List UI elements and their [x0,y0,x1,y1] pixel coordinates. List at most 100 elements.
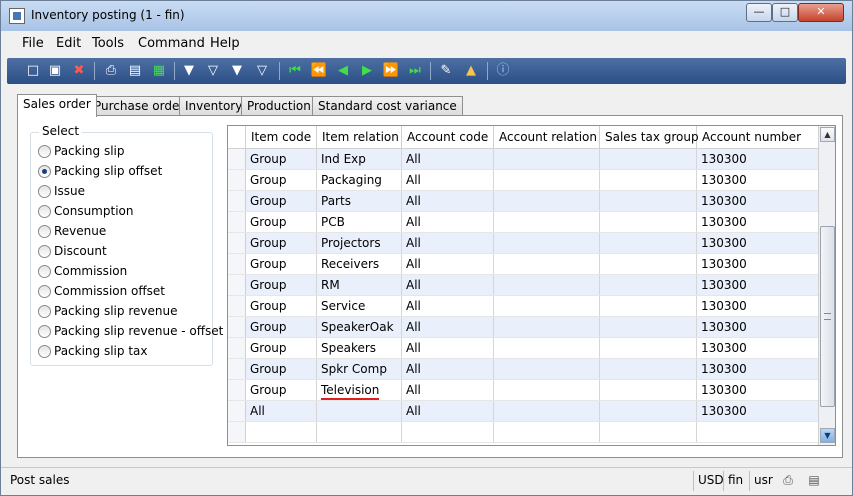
table-cell[interactable] [494,212,600,232]
table-cell[interactable]: Group [246,212,317,232]
row-selector[interactable] [228,149,246,169]
table-cell[interactable] [600,422,697,442]
header-account-code[interactable]: Account code [402,126,494,149]
table-cell[interactable] [317,401,402,421]
table-row[interactable]: All All 130300 [228,401,818,422]
status-layer[interactable]: usr [749,471,777,491]
header-sales-tax-group[interactable]: Sales tax group [600,126,699,149]
table-cell[interactable]: Group [246,149,317,169]
table-cell[interactable]: RM [317,275,402,295]
table-cell[interactable] [600,359,697,379]
table-cell[interactable] [494,338,600,358]
scroll-up-button[interactable]: ▲ [820,127,835,142]
radio-button[interactable] [38,165,51,178]
table-row[interactable]: Group Projectors All 130300 [228,233,818,254]
next-page-icon[interactable]: ⏩ [382,62,400,80]
table-cell[interactable]: Receivers [317,254,402,274]
table-cell[interactable]: PCB [317,212,402,232]
tab-production[interactable]: Production [241,96,317,116]
header-account-number[interactable]: Account number [697,126,818,149]
printer-icon[interactable]: ⎙ [781,473,795,487]
next-record-icon[interactable]: ▶ [358,62,376,80]
menu-tools[interactable]: Tools [92,36,124,51]
table-cell[interactable]: 130300 [697,212,818,232]
table-row[interactable]: Group Television All 130300 [228,380,818,401]
table-cell[interactable]: Group [246,338,317,358]
radio-button[interactable] [38,265,51,278]
table-row[interactable]: Group SpeakerOak All 130300 [228,317,818,338]
table-cell[interactable] [494,380,600,400]
table-cell[interactable] [600,233,697,253]
table-cell[interactable] [494,233,600,253]
table-cell[interactable]: 130300 [697,359,818,379]
table-cell[interactable] [494,191,600,211]
table-cell[interactable] [494,170,600,190]
table-cell[interactable]: SpeakerOak [317,317,402,337]
table-cell[interactable]: Group [246,170,317,190]
table-cell[interactable] [600,275,697,295]
close-button[interactable]: ✕ [798,3,844,22]
table-cell[interactable] [600,296,697,316]
delete-icon[interactable]: ✖ [70,62,88,80]
table-cell[interactable]: Television [317,380,402,400]
table-cell[interactable] [600,149,697,169]
table-cell[interactable]: 130300 [697,233,818,253]
table-cell[interactable]: 130300 [697,275,818,295]
table-row[interactable]: Group Service All 130300 [228,296,818,317]
filter-by-grid-icon[interactable]: ▽ [204,62,222,80]
table-cell[interactable]: Parts [317,191,402,211]
row-selector[interactable] [228,254,246,274]
radio-button[interactable] [38,285,51,298]
radio-button[interactable] [38,205,51,218]
table-cell[interactable] [494,254,600,274]
table-cell[interactable] [697,422,818,442]
radio-button[interactable] [38,225,51,238]
table-cell[interactable]: 130300 [697,338,818,358]
table-cell[interactable] [600,254,697,274]
table-cell[interactable]: Projectors [317,233,402,253]
save-icon[interactable]: ▣ [46,62,64,80]
table-cell[interactable] [600,380,697,400]
radio-button[interactable] [38,245,51,258]
table-cell[interactable] [402,422,494,442]
table-row[interactable]: Group Spkr Comp All 130300 [228,359,818,380]
scroll-down-button[interactable]: ▼ [820,428,835,443]
table-cell[interactable] [494,359,600,379]
table-cell[interactable]: All [402,338,494,358]
row-selector[interactable] [228,191,246,211]
previous-page-icon[interactable]: ⏪ [310,62,328,80]
header-account-relation[interactable]: Account relation [494,126,600,149]
table-cell[interactable] [494,149,600,169]
table-cell[interactable]: All [402,170,494,190]
table-cell[interactable]: Service [317,296,402,316]
table-cell[interactable]: Group [246,254,317,274]
table-row[interactable]: Group Ind Exp All 130300 [228,149,818,170]
header-item-code[interactable]: Item code [246,126,317,149]
tab-inventory[interactable]: Inventory [179,96,249,116]
row-selector[interactable] [228,296,246,316]
table-row[interactable]: Group PCB All 130300 [228,212,818,233]
excel-icon[interactable]: ▦ [150,62,168,80]
tab-standard-cost-variance[interactable]: Standard cost variance [312,96,463,116]
minimize-button[interactable]: — [746,3,772,22]
row-selector[interactable] [228,338,246,358]
table-cell[interactable]: 130300 [697,191,818,211]
tab-sales-order[interactable]: Sales order [17,94,97,117]
table-cell[interactable]: All [402,317,494,337]
table-cell[interactable]: Group [246,275,317,295]
table-cell[interactable]: 130300 [697,254,818,274]
row-selector[interactable] [228,212,246,232]
table-cell[interactable]: Ind Exp [317,149,402,169]
grid-scrollbar[interactable]: ▲ ▼ [818,126,835,445]
table-cell[interactable]: 130300 [697,380,818,400]
table-cell[interactable] [494,401,600,421]
menu-edit[interactable]: Edit [56,36,81,51]
row-selector[interactable] [228,233,246,253]
header-item-relation[interactable]: Item relation [317,126,402,149]
table-cell[interactable]: All [402,254,494,274]
radio-button[interactable] [38,345,51,358]
maximize-button[interactable]: □ [772,3,798,22]
radio-button[interactable] [38,305,51,318]
table-cell[interactable]: All [402,233,494,253]
row-selector[interactable] [228,422,246,442]
